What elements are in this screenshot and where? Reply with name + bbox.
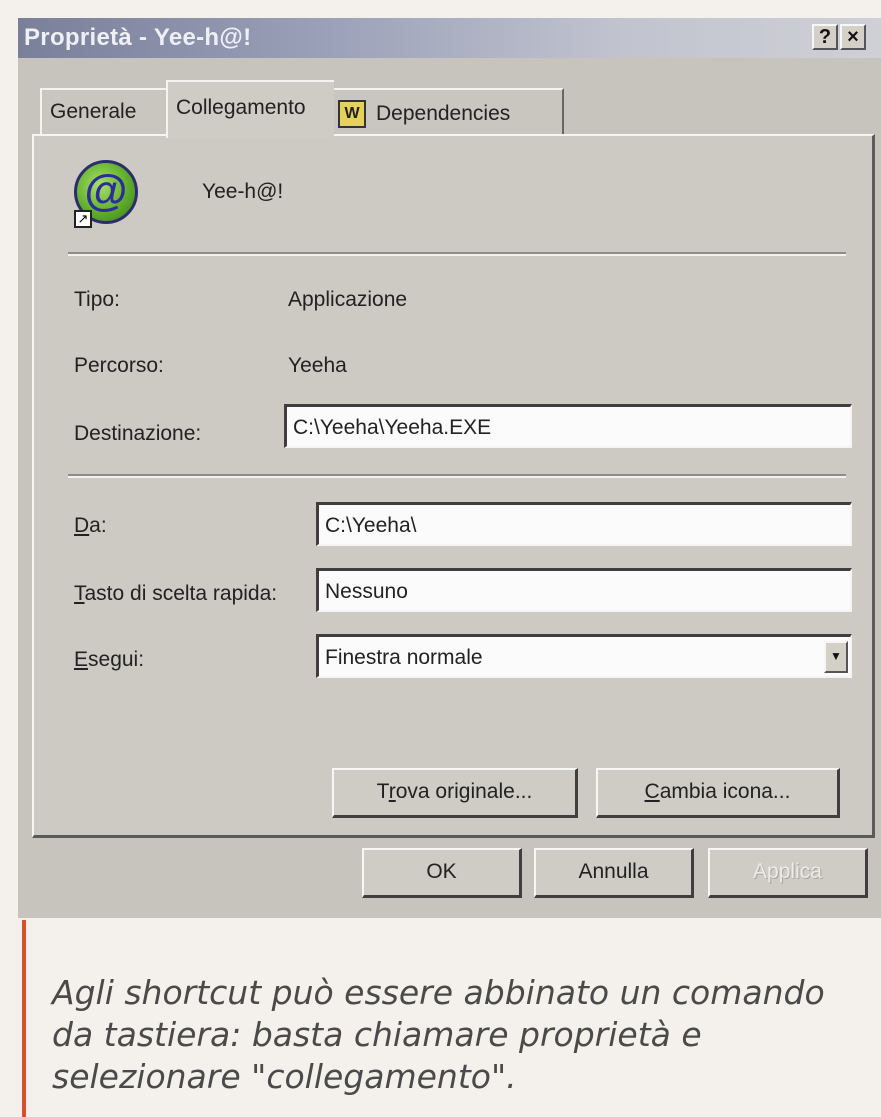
tipo-value: Applicazione xyxy=(288,288,408,311)
title-bar[interactable]: Proprietà - Yee-h@! ? × xyxy=(18,18,881,58)
close-button[interactable]: × xyxy=(840,24,866,50)
chevron-down-icon[interactable]: ▼ xyxy=(824,641,848,673)
tab-dependencies-label: Dependencies xyxy=(376,102,511,125)
shortcut-name: Yee-h@! xyxy=(202,180,284,203)
separator xyxy=(68,474,846,478)
ok-button[interactable]: OK xyxy=(362,848,522,898)
da-label: Da: xyxy=(74,514,107,537)
percorso-value: Yeeha xyxy=(288,354,347,377)
cambia-icona-button[interactable]: Cambia icona... xyxy=(596,768,840,818)
esegui-label: Esegui: xyxy=(74,648,145,671)
esegui-selected-value: Finestra normale xyxy=(325,646,483,669)
tab-panel-collegamento: @ ↗ Yee-h@! Tipo: Applicazione Percorso:… xyxy=(32,134,875,838)
annulla-button[interactable]: Annulla xyxy=(534,848,694,898)
tasto-field[interactable]: Nessuno xyxy=(316,568,852,612)
shortcut-arrow-icon: ↗ xyxy=(74,210,92,228)
tab-generale[interactable]: Generale xyxy=(40,88,168,134)
trova-originale-button[interactable]: Trova originale... xyxy=(332,768,578,818)
percorso-label: Percorso: xyxy=(74,354,164,377)
help-button[interactable]: ? xyxy=(812,24,838,50)
da-field[interactable]: C:\Yeeha\ xyxy=(316,502,852,546)
destinazione-field[interactable]: C:\Yeeha\Yeeha.EXE xyxy=(284,404,852,448)
esegui-select[interactable]: Finestra normale ▼ xyxy=(316,634,852,678)
figure-caption: Agli shortcut può essere abbinato un com… xyxy=(52,973,825,1096)
tab-dependencies[interactable]: W Dependencies xyxy=(328,88,564,134)
dependencies-icon: W xyxy=(338,100,366,128)
tab-collegamento[interactable]: Collegamento xyxy=(166,80,334,138)
caption-accent-bar xyxy=(22,920,26,1117)
applica-button: Applica xyxy=(708,848,868,898)
window-title: Proprietà - Yee-h@! xyxy=(24,24,252,51)
destinazione-label: Destinazione: xyxy=(74,422,202,445)
tasto-label: Tasto di scelta rapida: xyxy=(74,582,278,605)
properties-dialog: Proprietà - Yee-h@! ? × Generale Collega… xyxy=(18,18,881,918)
separator xyxy=(68,252,846,256)
tipo-label: Tipo: xyxy=(74,288,120,311)
